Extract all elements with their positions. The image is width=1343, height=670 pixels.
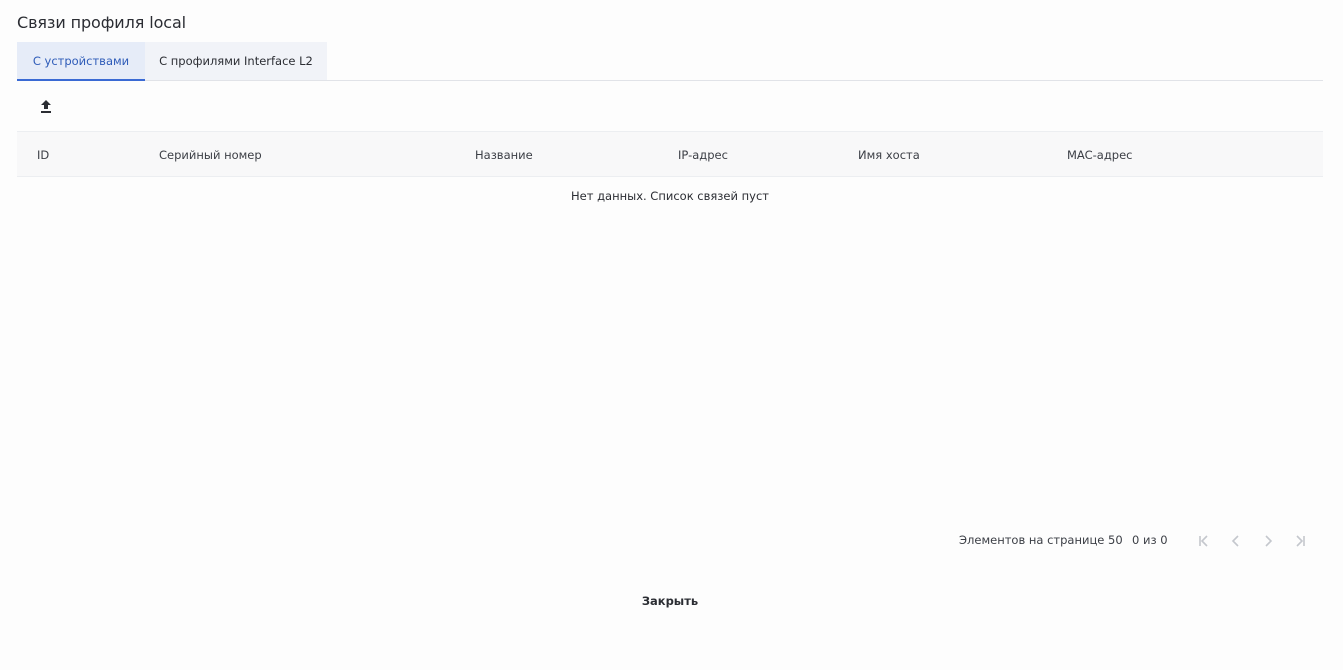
- page-range-label: 0 из 0: [1132, 533, 1168, 547]
- links-table: ID Серийный номер Название IP-адрес Имя …: [17, 131, 1323, 203]
- column-header-id[interactable]: ID: [37, 132, 49, 178]
- column-header-mac-address[interactable]: MAC-адрес: [1067, 132, 1132, 178]
- pagination-bar: Элементов на странице 50 0 из 0: [0, 530, 1343, 552]
- next-page-button[interactable]: [1257, 530, 1279, 552]
- close-button[interactable]: Закрыть: [610, 590, 730, 612]
- page-size-selector[interactable]: Элементов на странице 50: [959, 533, 1123, 547]
- column-header-serial-number[interactable]: Серийный номер: [159, 132, 262, 178]
- column-header-name[interactable]: Название: [475, 132, 533, 178]
- prev-page-button[interactable]: [1225, 530, 1247, 552]
- upload-icon: [41, 99, 51, 113]
- prev-page-icon: [1231, 535, 1239, 547]
- column-header-ip-address[interactable]: IP-адрес: [678, 132, 728, 178]
- first-page-button[interactable]: [1193, 530, 1215, 552]
- first-page-icon: [1199, 535, 1208, 547]
- profile-links-dialog: Связи профиля local С устройствами С про…: [0, 0, 1343, 670]
- tab-bar: С устройствами С профилями Interface L2: [17, 42, 1323, 81]
- column-header-hostname[interactable]: Имя хоста: [858, 132, 920, 178]
- table-header: ID Серийный номер Название IP-адрес Имя …: [17, 131, 1323, 177]
- dialog-title: Связи профиля local: [17, 13, 187, 32]
- next-page-icon: [1265, 535, 1273, 547]
- tab-devices[interactable]: С устройствами: [17, 42, 145, 81]
- empty-state-message: Нет данных. Список связей пуст: [571, 189, 769, 203]
- last-page-icon: [1296, 535, 1305, 547]
- last-page-button[interactable]: [1289, 530, 1311, 552]
- upload-button[interactable]: [35, 95, 57, 117]
- tab-interface-l2-profiles[interactable]: С профилями Interface L2: [145, 42, 327, 80]
